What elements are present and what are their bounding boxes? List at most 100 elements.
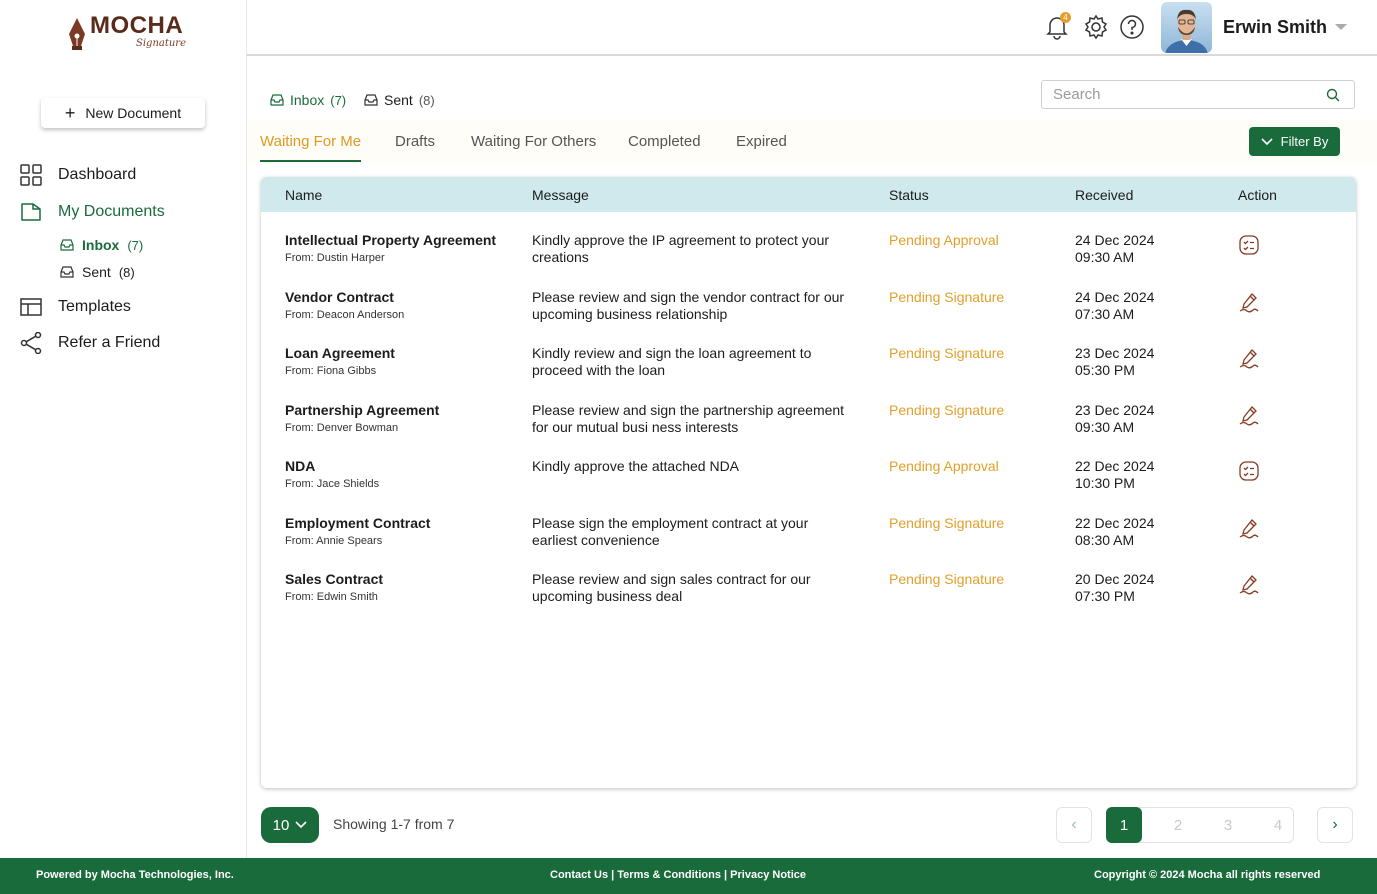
document-sender: From: Annie Spears xyxy=(285,534,383,547)
page-1-button[interactable]: 1 xyxy=(1106,807,1142,843)
received-time: 07:30 AM xyxy=(1075,305,1135,322)
received-cell: 23 Dec 2024 05:30 PM xyxy=(1075,345,1154,379)
document-title[interactable]: Loan Agreement xyxy=(285,345,395,361)
terms-link[interactable]: Terms & Conditions xyxy=(617,869,721,881)
avatar[interactable] xyxy=(1161,2,1212,53)
table-row[interactable]: Loan Agreement From: Fiona Gibbs Kindly re… xyxy=(261,345,1356,401)
column-header-name[interactable]: Name xyxy=(285,187,322,203)
checklist-icon[interactable] xyxy=(1238,460,1260,482)
page-3-button[interactable]: 3 xyxy=(1210,808,1246,842)
filter-by-button[interactable]: Filter By xyxy=(1249,127,1340,156)
document-title[interactable]: Employment Contract xyxy=(285,515,430,531)
received-date: 24 Dec 2024 xyxy=(1075,232,1155,248)
column-header-message[interactable]: Message xyxy=(532,187,589,203)
settings-button[interactable] xyxy=(1083,14,1109,40)
chevron-left-icon: ‹ xyxy=(1071,816,1077,833)
document-name-cell: Partnership Agreement From: Denver Bowman xyxy=(285,402,439,434)
document-message: Please review and sign the partnership a… xyxy=(532,401,845,435)
table-row[interactable]: Sales Contract From: Edwin Smith Please re… xyxy=(261,571,1356,627)
document-name-cell: NDA From: Jace Shields xyxy=(285,458,379,490)
table-row[interactable]: Vendor Contract From: Deacon Anderson Plea… xyxy=(261,289,1356,345)
received-date: 23 Dec 2024 xyxy=(1075,345,1155,361)
document-title[interactable]: Vendor Contract xyxy=(285,289,404,305)
next-page-button[interactable]: › xyxy=(1317,807,1353,843)
help-icon xyxy=(1120,15,1144,39)
table-row[interactable]: NDA From: Jace Shields Kindly approve the … xyxy=(261,458,1356,514)
plus-icon: + xyxy=(64,103,76,123)
pen-icon[interactable] xyxy=(1238,517,1260,539)
brand-logo[interactable]: MOCHA Signature xyxy=(66,12,186,56)
document-name-cell: Sales Contract From: Edwin Smith xyxy=(285,571,383,603)
privacy-link[interactable]: Privacy Notice xyxy=(730,869,806,881)
status-badge: Pending Signature xyxy=(889,514,1005,531)
tab-drafts[interactable]: Drafts xyxy=(395,133,435,160)
tab-waiting-for-others[interactable]: Waiting For Others xyxy=(471,133,596,160)
page-4-button[interactable]: 4 xyxy=(1260,808,1296,842)
help-button[interactable] xyxy=(1119,14,1145,40)
sidebar-item-dashboard[interactable]: Dashboard xyxy=(20,164,136,186)
table-row[interactable]: Employment Contract From: Annie Spears Ple… xyxy=(261,515,1356,571)
sidebar-item-templates[interactable]: Templates xyxy=(20,296,131,318)
document-name-cell: Loan Agreement From: Fiona Gibbs xyxy=(285,345,395,377)
pen-icon[interactable] xyxy=(1238,291,1260,313)
document-message: Please review and sign the vendor contra… xyxy=(532,288,845,322)
notification-button[interactable]: 4 xyxy=(1044,12,1071,40)
user-avatar-icon xyxy=(1165,9,1208,53)
prev-page-button[interactable]: ‹ xyxy=(1056,807,1092,843)
app-root: MOCHA Signature + New Document Dashboard… xyxy=(0,0,1377,894)
received-time: 10:30 PM xyxy=(1075,475,1135,491)
document-title[interactable]: Intellectual Property Agreement xyxy=(285,232,496,248)
search-input[interactable] xyxy=(1041,80,1355,109)
sent-icon xyxy=(60,266,74,278)
document-sender: From: Fiona Gibbs xyxy=(285,365,377,377)
user-menu-caret-icon[interactable] xyxy=(1335,24,1347,30)
document-name-cell: Vendor Contract From: Deacon Anderson xyxy=(285,289,404,321)
received-time: 05:30 PM xyxy=(1075,362,1135,378)
received-cell: 24 Dec 2024 07:30 AM xyxy=(1075,289,1154,323)
new-document-button[interactable]: + New Document xyxy=(41,98,205,128)
checklist-icon[interactable] xyxy=(1238,234,1260,256)
table-row[interactable]: Partnership Agreement From: Denver Bowman… xyxy=(261,402,1356,458)
contact-us-link[interactable]: Contact Us xyxy=(550,869,608,881)
pen-icon[interactable] xyxy=(1238,573,1260,595)
sidebar-subitem-sent[interactable]: Sent (8) xyxy=(60,264,135,280)
table-row[interactable]: Intellectual Property Agreement From: Dus… xyxy=(261,232,1356,288)
column-header-received[interactable]: Received xyxy=(1075,187,1133,203)
document-title[interactable]: Partnership Agreement xyxy=(285,402,439,418)
sidebar-item-my-documents[interactable]: My Documents xyxy=(20,201,165,223)
sent-icon xyxy=(364,94,378,106)
document-name-cell: Employment Contract From: Annie Spears xyxy=(285,515,430,547)
search-icon[interactable] xyxy=(1326,88,1340,102)
footer-powered-by: Powered by Mocha Technologies, Inc. xyxy=(36,869,234,881)
received-date: 22 Dec 2024 xyxy=(1075,458,1155,474)
document-title[interactable]: Sales Contract xyxy=(285,571,383,587)
received-cell: 20 Dec 2024 07:30 PM xyxy=(1075,571,1154,605)
document-title[interactable]: NDA xyxy=(285,458,379,474)
grid-icon xyxy=(20,164,42,186)
tab-expired[interactable]: Expired xyxy=(736,133,787,160)
received-time: 09:30 AM xyxy=(1075,249,1135,265)
column-header-action: Action xyxy=(1238,187,1277,203)
received-cell: 22 Dec 2024 08:30 AM xyxy=(1075,515,1154,549)
tab-waiting-for-me[interactable]: Waiting For Me xyxy=(260,133,362,162)
tab-completed[interactable]: Completed xyxy=(628,133,701,160)
pen-icon[interactable] xyxy=(1238,404,1260,426)
sidebar-item-refer-friend[interactable]: Refer a Friend xyxy=(20,332,160,354)
received-date: 20 Dec 2024 xyxy=(1075,571,1155,587)
per-page-select[interactable]: 10 xyxy=(261,807,319,843)
user-name[interactable]: Erwin Smith xyxy=(1223,17,1327,38)
pen-icon[interactable] xyxy=(1238,347,1260,369)
sidebar-subitem-label: Inbox xyxy=(82,237,120,253)
tab-inbox-label: Inbox xyxy=(290,92,325,108)
sidebar-subitem-inbox[interactable]: Inbox (7) xyxy=(60,237,143,253)
footer: Powered by Mocha Technologies, Inc. Cont… xyxy=(0,858,1377,894)
column-header-status[interactable]: Status xyxy=(889,187,929,203)
new-document-label: New Document xyxy=(85,105,182,121)
tab-inbox[interactable]: Inbox (7) xyxy=(270,92,346,108)
page-2-button[interactable]: 2 xyxy=(1160,808,1196,842)
tab-sent[interactable]: Sent (8) xyxy=(364,92,435,108)
status-badge: Pending Signature xyxy=(889,571,1005,587)
document-sender: From: Denver Bowman xyxy=(285,421,399,434)
pen-nib-logo-icon xyxy=(69,18,85,50)
share-icon xyxy=(20,332,42,354)
